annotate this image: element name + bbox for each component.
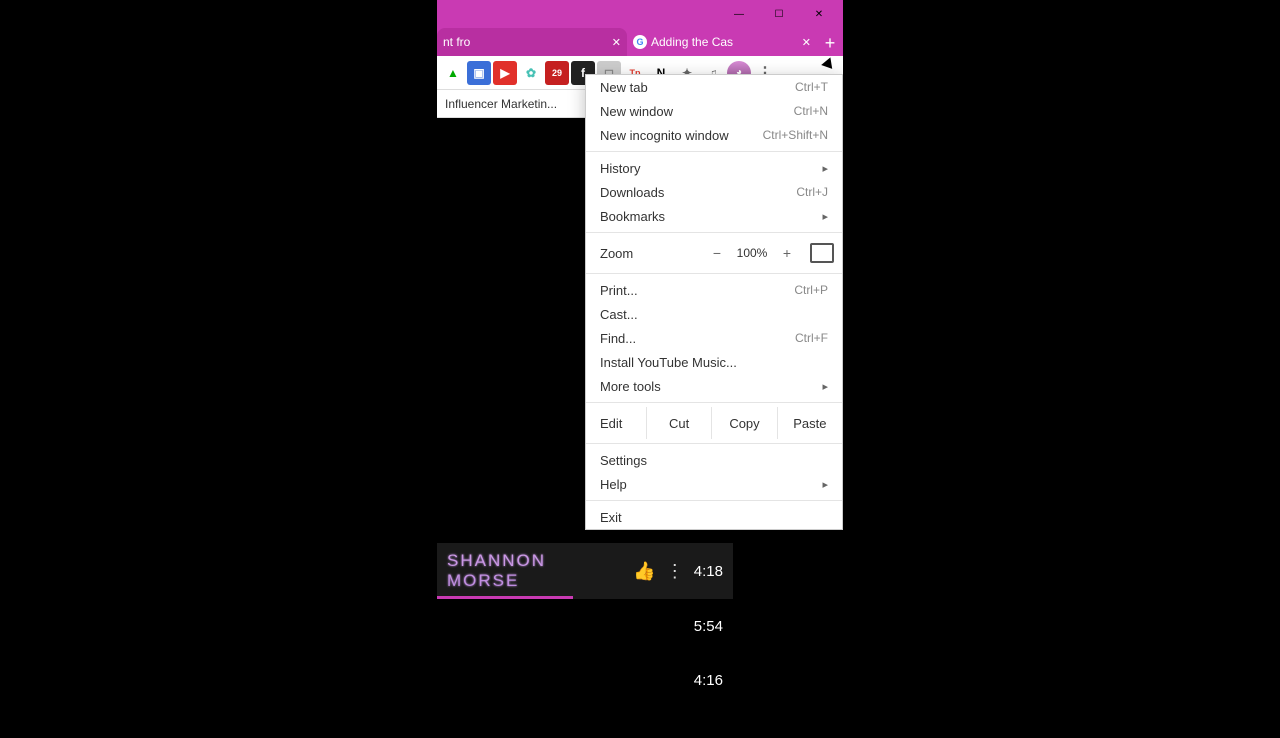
window-titlebar: — ☐ ✕ bbox=[437, 0, 843, 28]
menu-item-shortcut: Ctrl+Shift+N bbox=[763, 128, 828, 142]
menu-item[interactable]: New tabCtrl+T bbox=[586, 75, 842, 99]
menu-item-shortcut: Ctrl+T bbox=[795, 80, 828, 94]
menu-item[interactable]: New windowCtrl+N bbox=[586, 99, 842, 123]
menu-item-label: New window bbox=[600, 104, 794, 119]
menu-item[interactable]: History▸ bbox=[586, 156, 842, 180]
menu-item-label: Exit bbox=[600, 510, 828, 525]
zoom-value: 100% bbox=[730, 246, 774, 260]
queue-time: 4:16 bbox=[694, 672, 723, 689]
menu-item-label: Settings bbox=[600, 453, 828, 468]
ext-red-icon[interactable]: ▶ bbox=[493, 61, 517, 85]
google-favicon-icon: G bbox=[633, 35, 647, 49]
menu-separator bbox=[586, 232, 842, 233]
menu-item[interactable]: Install YouTube Music... bbox=[586, 350, 842, 374]
menu-item-shortcut: Ctrl+F bbox=[795, 331, 828, 345]
menu-item[interactable]: DownloadsCtrl+J bbox=[586, 180, 842, 204]
menu-item[interactable]: More tools▸ bbox=[586, 374, 842, 398]
mini-player-menu-icon[interactable]: ⋮ bbox=[666, 561, 684, 582]
fullscreen-icon[interactable] bbox=[810, 243, 834, 263]
menu-item[interactable]: Find...Ctrl+F bbox=[586, 326, 842, 350]
menu-item-label: New tab bbox=[600, 80, 795, 95]
menu-item-shortcut: Ctrl+P bbox=[794, 283, 828, 297]
mini-player-title: SHANNON MORSE bbox=[447, 551, 623, 591]
queue-row[interactable]: 5:54 bbox=[437, 599, 733, 653]
menu-item-label: Print... bbox=[600, 283, 794, 298]
chevron-right-icon: ▸ bbox=[822, 380, 828, 393]
chevron-right-icon: ▸ bbox=[822, 162, 828, 175]
mini-player-bar[interactable]: SHANNON MORSE 👍 ⋮ 4:18 bbox=[437, 543, 733, 599]
menu-item[interactable]: Settings bbox=[586, 448, 842, 472]
tab-title: nt fro bbox=[443, 35, 608, 49]
queue-row[interactable]: 4:16 bbox=[437, 653, 733, 707]
drive-icon[interactable]: ▲ bbox=[441, 61, 465, 85]
menu-separator bbox=[586, 402, 842, 403]
menu-item[interactable]: New incognito windowCtrl+Shift+N bbox=[586, 123, 842, 147]
minimize-button[interactable]: — bbox=[719, 2, 759, 26]
menu-item-shortcut: Ctrl+J bbox=[796, 185, 828, 199]
close-tab-icon[interactable]: ✕ bbox=[802, 36, 811, 49]
menu-item-label: Help bbox=[600, 477, 822, 492]
menu-separator bbox=[586, 500, 842, 501]
new-tab-button[interactable]: + bbox=[817, 30, 843, 56]
menu-edit-row: EditCutCopyPaste bbox=[586, 407, 842, 439]
menu-item-label: Install YouTube Music... bbox=[600, 355, 828, 370]
menu-separator bbox=[586, 151, 842, 152]
menu-item[interactable]: Help▸ bbox=[586, 472, 842, 496]
thumb-up-icon[interactable]: 👍 bbox=[633, 561, 655, 582]
tab-title: Adding the Cas bbox=[651, 35, 798, 49]
queue-time: 5:54 bbox=[694, 618, 723, 635]
bookmark-item[interactable]: Influencer Marketin... bbox=[445, 97, 557, 111]
menu-item-label: Cast... bbox=[600, 307, 828, 322]
maximize-button[interactable]: ☐ bbox=[759, 2, 799, 26]
main-menu: New tabCtrl+TNew windowCtrl+NNew incogni… bbox=[585, 74, 843, 530]
menu-item-label: History bbox=[600, 161, 822, 176]
mini-player: SHANNON MORSE 👍 ⋮ 4:18 5:54 4:16 bbox=[437, 543, 733, 707]
ext-teal-icon[interactable]: ✿ bbox=[519, 61, 543, 85]
zoom-in-button[interactable]: + bbox=[774, 241, 800, 265]
menu-item[interactable]: Cast... bbox=[586, 302, 842, 326]
edit-label: Edit bbox=[586, 416, 646, 431]
zoom-label: Zoom bbox=[600, 246, 704, 261]
menu-item-label: More tools bbox=[600, 379, 822, 394]
ext-cal-icon[interactable]: 29 bbox=[545, 61, 569, 85]
ext-blue-icon[interactable]: ▣ bbox=[467, 61, 491, 85]
menu-separator bbox=[586, 443, 842, 444]
chevron-right-icon: ▸ bbox=[822, 478, 828, 491]
cut-button[interactable]: Cut bbox=[646, 407, 711, 439]
menu-item-label: Downloads bbox=[600, 185, 796, 200]
tab-strip: nt fro ✕ G Adding the Cas ✕ + bbox=[437, 28, 843, 56]
menu-item-label: New incognito window bbox=[600, 128, 763, 143]
copy-button[interactable]: Copy bbox=[711, 407, 776, 439]
menu-item-label: Bookmarks bbox=[600, 209, 822, 224]
zoom-out-button[interactable]: − bbox=[704, 241, 730, 265]
menu-zoom-row: Zoom−100%+ bbox=[586, 237, 842, 269]
menu-item[interactable]: Print...Ctrl+P bbox=[586, 278, 842, 302]
mini-player-time: 4:18 bbox=[694, 563, 723, 580]
progress-bar[interactable] bbox=[437, 596, 573, 599]
close-button[interactable]: ✕ bbox=[799, 2, 839, 26]
menu-separator bbox=[586, 273, 842, 274]
menu-item-label: Find... bbox=[600, 331, 795, 346]
menu-item[interactable]: Exit bbox=[586, 505, 842, 529]
paste-button[interactable]: Paste bbox=[777, 407, 842, 439]
chevron-right-icon: ▸ bbox=[822, 210, 828, 223]
menu-item[interactable]: Bookmarks▸ bbox=[586, 204, 842, 228]
close-tab-icon[interactable]: ✕ bbox=[612, 36, 621, 49]
tab-1[interactable]: nt fro ✕ bbox=[437, 28, 627, 56]
tab-2[interactable]: G Adding the Cas ✕ bbox=[627, 28, 817, 56]
menu-item-shortcut: Ctrl+N bbox=[794, 104, 828, 118]
